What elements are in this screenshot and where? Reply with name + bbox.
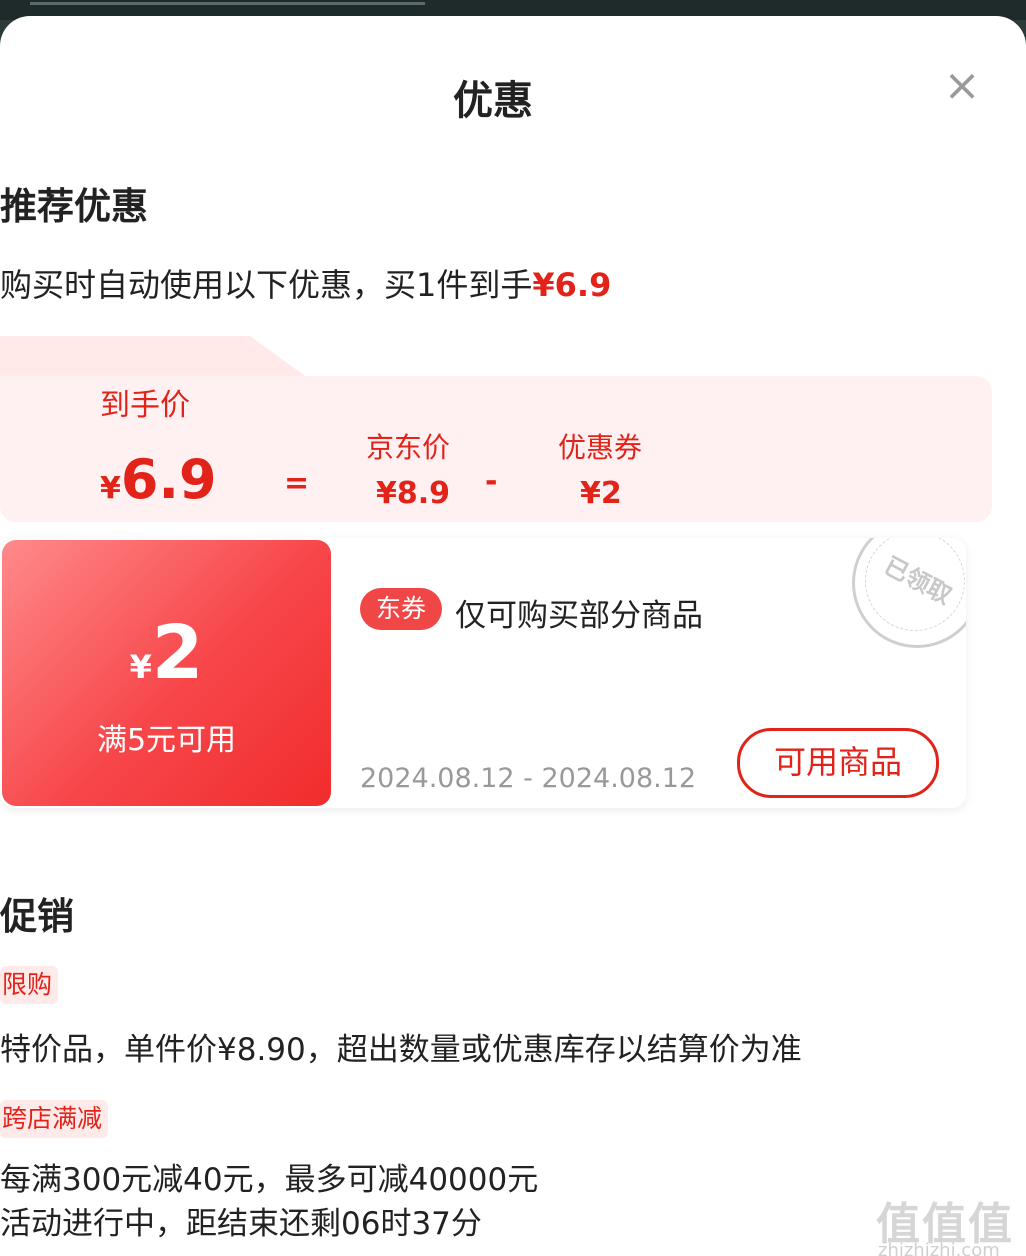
background-line (30, 2, 425, 5)
available-goods-button[interactable]: 可用商品 (737, 728, 939, 798)
coupon-type-tag: 东券 (360, 588, 442, 630)
coupon-description: 仅可购买部分商品 (455, 598, 703, 634)
limit-badge: 限购 (0, 966, 59, 1004)
coupon-value: ¥2 (580, 476, 622, 511)
cross-store-countdown: 活动进行中，距结束还剩06时37分 (0, 1206, 482, 1242)
promotion-sheet: 优惠 × 推荐优惠 购买时自动使用以下优惠，买1件到手¥6.9 到手价 ¥6.9… (0, 16, 1026, 1256)
close-icon[interactable]: × (940, 64, 984, 108)
subtitle-price: ¥6.9 (532, 266, 612, 304)
cross-store-rule: 每满300元减40元，最多可减40000元 (0, 1162, 539, 1198)
watermark-site: zhizhizhi.com (878, 1240, 1000, 1256)
claimed-stamp-icon: 已领取 (852, 538, 966, 648)
coupon-amount-panel: ¥2 满5元可用 (2, 540, 331, 806)
sheet-title: 优惠 (453, 78, 533, 124)
final-price-label: 到手价 (100, 388, 190, 423)
coupon-label: 优惠券 (558, 431, 643, 464)
minus-sign: - (485, 464, 498, 499)
cross-store-badge: 跨店满减 (0, 1100, 109, 1138)
final-price-number: 6.9 (120, 448, 217, 511)
jd-price-label: 京东价 (366, 431, 451, 464)
coupon-date-range: 2024.08.12 - 2024.08.12 (360, 763, 697, 794)
final-price-currency: ¥ (100, 471, 121, 506)
recommend-subtitle: 购买时自动使用以下优惠，买1件到手¥6.9 (0, 260, 611, 306)
jd-price-value: ¥8.9 (376, 476, 451, 511)
recommend-heading: 推荐优惠 (0, 185, 148, 228)
price-breakdown: 到手价 ¥6.9 = 京东价 ¥8.9 - 优惠券 ¥2 (0, 336, 992, 522)
equals-sign: = (284, 466, 310, 501)
coupon-currency: ¥ (129, 648, 152, 686)
coupon-card[interactable]: ¥2 满5元可用 东券 仅可购买部分商品 2024.08.12 - 2024.0… (0, 538, 966, 808)
final-price-value: ¥6.9 (100, 448, 217, 511)
subtitle-text: 购买时自动使用以下优惠，买1件到手 (0, 266, 533, 304)
coupon-amount-number: 2 (151, 610, 204, 696)
limit-description: 特价品，单件价¥8.90，超出数量或优惠库存以结算价为准 (0, 1032, 802, 1068)
coupon-condition: 满5元可用 (96, 723, 237, 758)
promotion-heading: 促销 (0, 895, 74, 938)
coupon-amount: ¥2 (2, 610, 331, 696)
